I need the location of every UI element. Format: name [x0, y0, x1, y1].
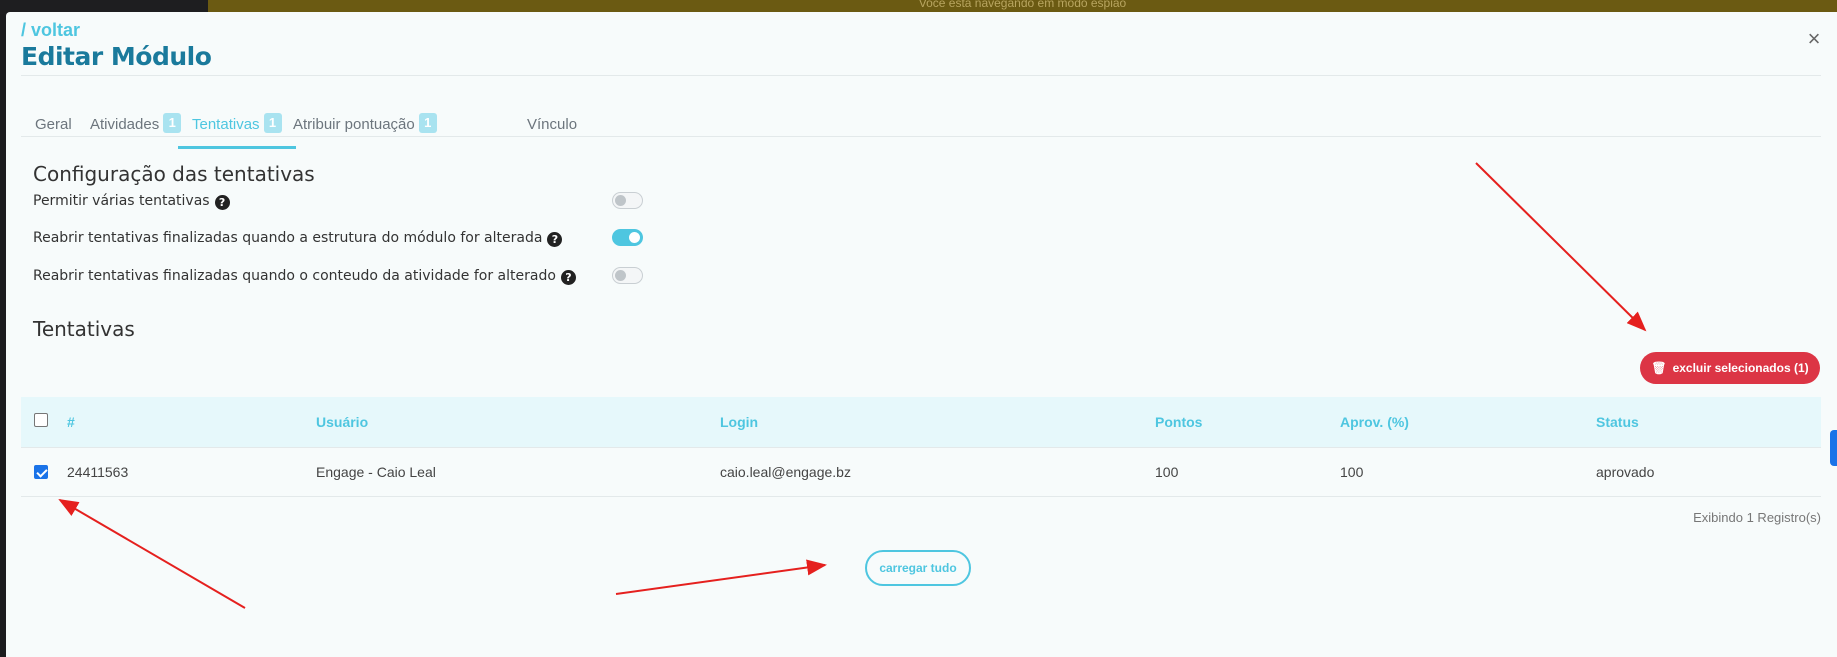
- delete-selected-label: excluir selecionados (1): [1672, 361, 1809, 375]
- column-header-approval[interactable]: Aprov. (%): [1340, 397, 1409, 447]
- page-title: Editar Módulo: [21, 42, 212, 71]
- cell-approval: 100: [1340, 464, 1364, 480]
- setting-text: Permitir várias tentativas: [33, 193, 210, 209]
- question-icon[interactable]: ?: [214, 195, 230, 210]
- delete-selected-button[interactable]: 🗑 excluir selecionados (1): [1640, 352, 1820, 384]
- attempts-section-title: Tentativas: [33, 317, 135, 341]
- edit-module-modal: / voltar Editar Módulo × Geral Atividade…: [6, 12, 1837, 657]
- close-icon[interactable]: ×: [1803, 28, 1825, 50]
- table-row[interactable]: 24411563 Engage - Caio Leal caio.leal@en…: [21, 447, 1821, 497]
- tab-label: Vínculo: [527, 116, 578, 133]
- load-all-button[interactable]: carregar tudo: [865, 550, 971, 586]
- setting-multiple-attempts-label: Permitir várias tentativas?: [33, 193, 230, 210]
- trash-icon: 🗑: [1651, 361, 1667, 375]
- cell-user: Engage - Caio Leal: [316, 464, 436, 480]
- toggle-multiple-attempts[interactable]: [612, 192, 643, 209]
- table-header: # Usuário Login Pontos Aprov. (%) Status: [21, 397, 1821, 447]
- setting-reopen-structure-label: Reabrir tentativas finalizadas quando a …: [33, 230, 563, 247]
- column-header-points[interactable]: Pontos: [1155, 397, 1202, 447]
- column-header-user[interactable]: Usuário: [316, 397, 368, 447]
- cell-login: caio.leal@engage.bz: [720, 464, 851, 480]
- toggle-knob: [629, 232, 640, 243]
- column-header-status[interactable]: Status: [1596, 397, 1639, 447]
- row-checkbox[interactable]: [34, 465, 48, 479]
- tab-label: Tentativas: [192, 116, 260, 133]
- toggle-reopen-content[interactable]: [612, 267, 643, 284]
- tab-label: Atividades: [90, 116, 160, 133]
- toggle-reopen-structure[interactable]: [612, 229, 643, 246]
- setting-text: Reabrir tentativas finalizadas quando a …: [33, 230, 543, 246]
- divider: [21, 75, 1821, 76]
- setting-reopen-content-label: Reabrir tentativas finalizadas quando o …: [33, 268, 576, 285]
- question-icon[interactable]: ?: [547, 232, 563, 247]
- records-count: Exibindo 1 Registro(s): [1693, 510, 1821, 525]
- tab-vinculo[interactable]: Vínculo: [513, 100, 591, 149]
- config-section-title: Configuração das tentativas: [33, 162, 315, 186]
- column-header-login[interactable]: Login: [720, 397, 758, 447]
- divider: [21, 136, 1821, 137]
- cell-id: 24411563: [67, 464, 129, 480]
- tab-tentativas[interactable]: Tentativas 1: [178, 100, 296, 149]
- column-header-id[interactable]: #: [67, 397, 75, 447]
- tab-label: Geral: [35, 116, 72, 133]
- side-feedback-tab[interactable]: [1830, 430, 1837, 466]
- back-link[interactable]: / voltar: [21, 20, 80, 41]
- toggle-knob: [615, 270, 626, 281]
- select-all-checkbox[interactable]: [34, 413, 48, 427]
- question-icon[interactable]: ?: [560, 270, 576, 285]
- toggle-knob: [615, 195, 626, 206]
- setting-text: Reabrir tentativas finalizadas quando o …: [33, 268, 556, 284]
- tab-label: Atribuir pontuação: [293, 116, 415, 133]
- cell-points: 100: [1155, 464, 1179, 480]
- tab-atribuir-pontuacao[interactable]: Atribuir pontuação 1: [279, 100, 451, 149]
- cell-status: aprovado: [1596, 464, 1655, 480]
- count-badge: 1: [418, 113, 437, 133]
